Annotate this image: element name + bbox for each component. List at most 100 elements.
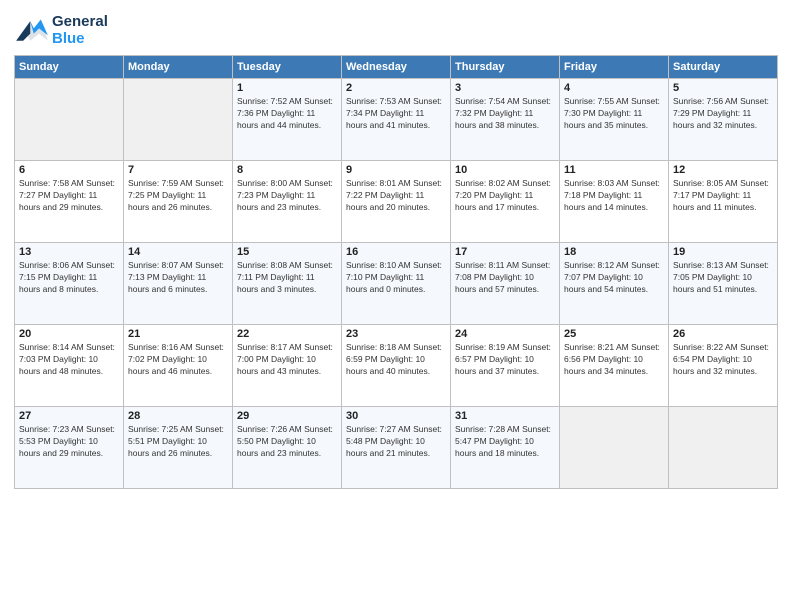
day-cell: 20Sunrise: 8:14 AM Sunset: 7:03 PM Dayli… bbox=[15, 325, 124, 407]
logo-blue: Blue bbox=[52, 31, 108, 48]
day-cell: 16 Sunrise: 8:10 AM Sunset: 7:10 PM Dayli… bbox=[342, 243, 451, 325]
day-header-tuesday: Tuesday bbox=[233, 56, 342, 79]
day-info: Sunrise: 7:54 AM Sunset: 7:32 PM Dayligh… bbox=[455, 96, 555, 132]
day-cell: 18Sunrise: 8:12 AM Sunset: 7:07 PM Dayli… bbox=[560, 243, 669, 325]
day-cell: 6Sunrise: 7:58 AM Sunset: 7:27 PM Daylig… bbox=[15, 161, 124, 243]
day-number: 11 bbox=[564, 164, 664, 176]
day-info: Sunrise: 8:07 AM Sunset: 7:13 PM Dayligh… bbox=[128, 260, 228, 296]
day-number: 8 bbox=[237, 164, 337, 176]
day-number: 18 bbox=[564, 246, 664, 258]
day-info: Sunrise: 7:23 AM Sunset: 5:53 PM Dayligh… bbox=[19, 424, 119, 460]
day-number: 7 bbox=[128, 164, 228, 176]
day-number: 28 bbox=[128, 410, 228, 422]
day-number: 30 bbox=[346, 410, 446, 422]
week-row-4: 20Sunrise: 8:14 AM Sunset: 7:03 PM Dayli… bbox=[15, 325, 778, 407]
day-cell: 15 Sunrise: 8:08 AM Sunset: 7:11 PM Dayli… bbox=[233, 243, 342, 325]
day-number: 23 bbox=[346, 328, 446, 340]
day-cell: 11 Sunrise: 8:03 AM Sunset: 7:18 PM Dayli… bbox=[560, 161, 669, 243]
day-number: 20 bbox=[19, 328, 119, 340]
week-row-2: 6Sunrise: 7:58 AM Sunset: 7:27 PM Daylig… bbox=[15, 161, 778, 243]
day-cell bbox=[15, 79, 124, 161]
day-cell: 5Sunrise: 7:56 AM Sunset: 7:29 PM Daylig… bbox=[669, 79, 778, 161]
day-number: 10 bbox=[455, 164, 555, 176]
logo-general: General bbox=[52, 14, 108, 31]
day-cell: 4 Sunrise: 7:55 AM Sunset: 7:30 PM Daylig… bbox=[560, 79, 669, 161]
week-row-3: 13Sunrise: 8:06 AM Sunset: 7:15 PM Dayli… bbox=[15, 243, 778, 325]
day-cell: 9Sunrise: 8:01 AM Sunset: 7:22 PM Daylig… bbox=[342, 161, 451, 243]
day-cell: 25Sunrise: 8:21 AM Sunset: 6:56 PM Dayli… bbox=[560, 325, 669, 407]
day-header-thursday: Thursday bbox=[451, 56, 560, 79]
day-header-wednesday: Wednesday bbox=[342, 56, 451, 79]
day-cell: 8 Sunrise: 8:00 AM Sunset: 7:23 PM Daylig… bbox=[233, 161, 342, 243]
day-info: Sunrise: 7:52 AM Sunset: 7:36 PM Dayligh… bbox=[237, 96, 337, 132]
week-row-5: 27 Sunrise: 7:23 AM Sunset: 5:53 PM Dayli… bbox=[15, 407, 778, 489]
page-container: General Blue SundayMondayTuesdayWednesda… bbox=[0, 0, 792, 612]
logo-text-block: General Blue bbox=[52, 14, 108, 47]
day-number: 17 bbox=[455, 246, 555, 258]
day-info: Sunrise: 7:55 AM Sunset: 7:30 PM Dayligh… bbox=[564, 96, 664, 132]
day-cell: 10 Sunrise: 8:02 AM Sunset: 7:20 PM Dayli… bbox=[451, 161, 560, 243]
day-cell: 26 Sunrise: 8:22 AM Sunset: 6:54 PM Dayli… bbox=[669, 325, 778, 407]
day-info: Sunrise: 7:59 AM Sunset: 7:25 PM Dayligh… bbox=[128, 178, 228, 214]
day-cell: 1 Sunrise: 7:52 AM Sunset: 7:36 PM Daylig… bbox=[233, 79, 342, 161]
day-info: Sunrise: 8:00 AM Sunset: 7:23 PM Dayligh… bbox=[237, 178, 337, 214]
day-info: Sunrise: 8:03 AM Sunset: 7:18 PM Dayligh… bbox=[564, 178, 664, 214]
day-header-sunday: Sunday bbox=[15, 56, 124, 79]
day-cell: 31 Sunrise: 7:28 AM Sunset: 5:47 PM Dayli… bbox=[451, 407, 560, 489]
day-cell: 23 Sunrise: 8:18 AM Sunset: 6:59 PM Dayli… bbox=[342, 325, 451, 407]
day-info: Sunrise: 8:10 AM Sunset: 7:10 PM Dayligh… bbox=[346, 260, 446, 296]
day-cell: 14Sunrise: 8:07 AM Sunset: 7:13 PM Dayli… bbox=[124, 243, 233, 325]
day-info: Sunrise: 8:18 AM Sunset: 6:59 PM Dayligh… bbox=[346, 342, 446, 378]
day-cell bbox=[669, 407, 778, 489]
day-number: 6 bbox=[19, 164, 119, 176]
day-cell bbox=[124, 79, 233, 161]
day-info: Sunrise: 7:27 AM Sunset: 5:48 PM Dayligh… bbox=[346, 424, 446, 460]
day-number: 31 bbox=[455, 410, 555, 422]
day-info: Sunrise: 8:08 AM Sunset: 7:11 PM Dayligh… bbox=[237, 260, 337, 296]
day-number: 22 bbox=[237, 328, 337, 340]
day-info: Sunrise: 8:17 AM Sunset: 7:00 PM Dayligh… bbox=[237, 342, 337, 378]
day-info: Sunrise: 8:13 AM Sunset: 7:05 PM Dayligh… bbox=[673, 260, 773, 296]
day-cell: 17 Sunrise: 8:11 AM Sunset: 7:08 PM Dayli… bbox=[451, 243, 560, 325]
day-info: Sunrise: 8:01 AM Sunset: 7:22 PM Dayligh… bbox=[346, 178, 446, 214]
day-number: 19 bbox=[673, 246, 773, 258]
day-info: Sunrise: 8:22 AM Sunset: 6:54 PM Dayligh… bbox=[673, 342, 773, 378]
day-header-saturday: Saturday bbox=[669, 56, 778, 79]
day-cell: 2Sunrise: 7:53 AM Sunset: 7:34 PM Daylig… bbox=[342, 79, 451, 161]
day-number: 29 bbox=[237, 410, 337, 422]
day-number: 25 bbox=[564, 328, 664, 340]
day-cell: 3Sunrise: 7:54 AM Sunset: 7:32 PM Daylig… bbox=[451, 79, 560, 161]
day-cell: 21 Sunrise: 8:16 AM Sunset: 7:02 PM Dayli… bbox=[124, 325, 233, 407]
day-number: 16 bbox=[346, 246, 446, 258]
day-info: Sunrise: 8:05 AM Sunset: 7:17 PM Dayligh… bbox=[673, 178, 773, 214]
day-number: 4 bbox=[564, 82, 664, 94]
day-info: Sunrise: 7:26 AM Sunset: 5:50 PM Dayligh… bbox=[237, 424, 337, 460]
day-cell: 28 Sunrise: 7:25 AM Sunset: 5:51 PM Dayli… bbox=[124, 407, 233, 489]
day-cell bbox=[560, 407, 669, 489]
day-number: 2 bbox=[346, 82, 446, 94]
calendar-table: SundayMondayTuesdayWednesdayThursdayFrid… bbox=[14, 55, 778, 489]
day-cell: 30 Sunrise: 7:27 AM Sunset: 5:48 PM Dayli… bbox=[342, 407, 451, 489]
day-number: 1 bbox=[237, 82, 337, 94]
header: General Blue bbox=[14, 10, 778, 47]
logo-icon bbox=[14, 16, 50, 46]
day-cell: 27 Sunrise: 7:23 AM Sunset: 5:53 PM Dayli… bbox=[15, 407, 124, 489]
day-info: Sunrise: 8:02 AM Sunset: 7:20 PM Dayligh… bbox=[455, 178, 555, 214]
day-cell: 7 Sunrise: 7:59 AM Sunset: 7:25 PM Daylig… bbox=[124, 161, 233, 243]
day-number: 26 bbox=[673, 328, 773, 340]
day-cell: 29 Sunrise: 7:26 AM Sunset: 5:50 PM Dayli… bbox=[233, 407, 342, 489]
day-info: Sunrise: 8:16 AM Sunset: 7:02 PM Dayligh… bbox=[128, 342, 228, 378]
logo: General Blue bbox=[14, 14, 108, 47]
header-row: SundayMondayTuesdayWednesdayThursdayFrid… bbox=[15, 56, 778, 79]
day-info: Sunrise: 8:11 AM Sunset: 7:08 PM Dayligh… bbox=[455, 260, 555, 296]
day-cell: 12 Sunrise: 8:05 AM Sunset: 7:17 PM Dayli… bbox=[669, 161, 778, 243]
day-info: Sunrise: 7:56 AM Sunset: 7:29 PM Dayligh… bbox=[673, 96, 773, 132]
day-info: Sunrise: 7:25 AM Sunset: 5:51 PM Dayligh… bbox=[128, 424, 228, 460]
day-cell: 13Sunrise: 8:06 AM Sunset: 7:15 PM Dayli… bbox=[15, 243, 124, 325]
day-info: Sunrise: 8:19 AM Sunset: 6:57 PM Dayligh… bbox=[455, 342, 555, 378]
day-number: 12 bbox=[673, 164, 773, 176]
day-number: 27 bbox=[19, 410, 119, 422]
day-info: Sunrise: 7:28 AM Sunset: 5:47 PM Dayligh… bbox=[455, 424, 555, 460]
day-number: 21 bbox=[128, 328, 228, 340]
day-number: 15 bbox=[237, 246, 337, 258]
